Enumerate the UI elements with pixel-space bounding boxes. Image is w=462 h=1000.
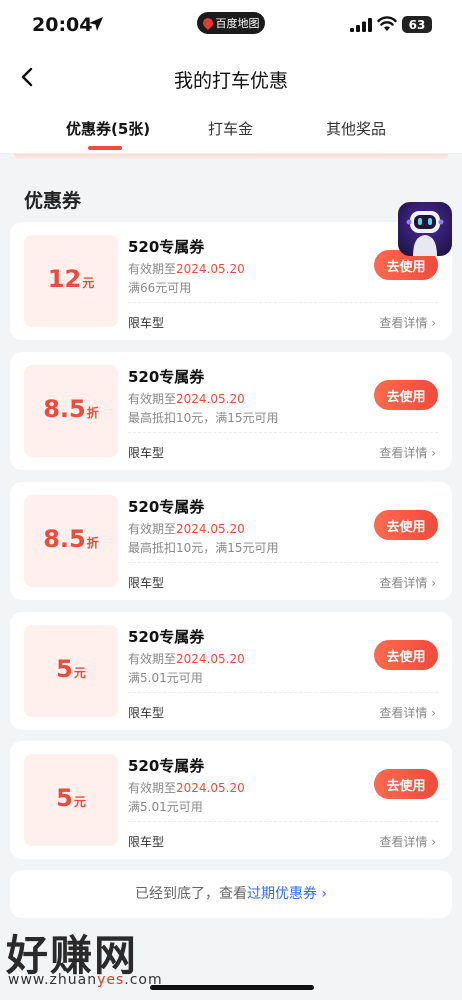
coupon-card: 5 元 520专属券 有效期至2024.05.20 满5.01元可用 限车型 查… bbox=[10, 741, 452, 859]
coupon-value-box: 5 元 bbox=[24, 754, 118, 846]
coupon-expiry: 有效期至2024.05.20 bbox=[128, 650, 245, 667]
battery-icon: 63 bbox=[402, 16, 432, 33]
expiry-prefix: 有效期至 bbox=[128, 781, 177, 795]
view-details-link[interactable]: 查看详情 › bbox=[379, 704, 436, 721]
coupon-divider bbox=[128, 302, 438, 303]
coupon-name: 520专属券 bbox=[128, 628, 205, 646]
coupon-unit: 折 bbox=[86, 536, 99, 550]
expired-coupons-link[interactable]: 过期优惠券 › bbox=[247, 886, 327, 902]
status-bar: 20:04 百度地图 63 bbox=[0, 0, 462, 52]
expiry-prefix: 有效期至 bbox=[128, 652, 177, 666]
tab-bar: 优惠券(5张) 打车金 其他奖品 bbox=[0, 104, 462, 154]
coupon-limit: 限车型 bbox=[128, 316, 165, 330]
back-arrow-icon[interactable] bbox=[16, 65, 40, 89]
coupon-unit: 元 bbox=[73, 666, 86, 680]
coupon-divider bbox=[128, 432, 438, 433]
expiry-prefix: 有效期至 bbox=[128, 262, 177, 276]
expiry-date: 2024.05.20 bbox=[176, 392, 245, 406]
coupon-name: 520专属券 bbox=[128, 498, 205, 516]
back-to-app-pill[interactable]: 百度地图 bbox=[197, 12, 265, 34]
coupon-card: 8.5 折 520专属券 有效期至2024.05.20 最高抵扣10元，满15元… bbox=[10, 482, 452, 600]
expiry-prefix: 有效期至 bbox=[128, 522, 177, 536]
app-pill-label: 百度地图 bbox=[215, 17, 260, 30]
coupon-amount: 12 bbox=[47, 265, 82, 293]
location-arrow-icon bbox=[89, 17, 103, 31]
coupon-limit: 限车型 bbox=[128, 835, 165, 849]
expiry-prefix: 有效期至 bbox=[128, 392, 177, 406]
use-coupon-button[interactable]: 去使用 bbox=[374, 510, 438, 540]
home-indicator[interactable] bbox=[150, 985, 314, 990]
end-of-list-text: 已经到底了，查看 bbox=[134, 886, 247, 902]
coupon-card: 12 元 520专属券 有效期至2024.05.20 满66元可用 限车型 查看… bbox=[10, 222, 452, 340]
coupon-divider bbox=[128, 821, 438, 822]
tab-shadow-decoration bbox=[14, 154, 448, 160]
coupon-expiry: 有效期至2024.05.20 bbox=[128, 779, 245, 796]
coupon-expiry: 有效期至2024.05.20 bbox=[128, 520, 245, 537]
view-details-link[interactable]: 查看详情 › bbox=[379, 314, 436, 331]
coupon-name: 520专属券 bbox=[128, 368, 205, 386]
coupon-amount: 8.5 bbox=[43, 395, 86, 423]
coupon-value-box: 8.5 折 bbox=[24, 495, 118, 587]
expiry-date: 2024.05.20 bbox=[176, 262, 245, 276]
active-tab-indicator bbox=[88, 146, 122, 150]
battery-level: 63 bbox=[408, 17, 426, 32]
use-coupon-button[interactable]: 去使用 bbox=[374, 640, 438, 670]
section-title: 优惠券 bbox=[24, 190, 82, 212]
coupon-value-box: 12 元 bbox=[24, 235, 118, 327]
map-pin-icon bbox=[200, 15, 215, 31]
expiry-date: 2024.05.20 bbox=[176, 652, 245, 666]
tab-other-prizes[interactable]: 其他奖品 bbox=[326, 118, 386, 139]
coupon-condition: 满5.01元可用 bbox=[128, 671, 203, 685]
coupon-unit: 元 bbox=[73, 795, 86, 809]
coupon-divider bbox=[128, 562, 438, 563]
cellular-signal-icon bbox=[350, 18, 372, 32]
coupon-divider bbox=[128, 692, 438, 693]
view-details-link[interactable]: 查看详情 › bbox=[379, 444, 436, 461]
coupon-condition: 满66元可用 bbox=[128, 281, 192, 295]
use-coupon-button[interactable]: 去使用 bbox=[374, 380, 438, 410]
coupon-value-box: 5 元 bbox=[24, 625, 118, 717]
status-time: 20:04 bbox=[32, 14, 93, 36]
coupon-unit: 元 bbox=[82, 276, 95, 290]
watermark: 好赚网 www.zhuanyes.com bbox=[6, 922, 226, 992]
coupon-condition: 最高抵扣10元，满15元可用 bbox=[128, 411, 279, 425]
watermark-url: www.zhuanyes.com bbox=[8, 972, 163, 988]
coupon-condition: 最高抵扣10元，满15元可用 bbox=[128, 541, 279, 555]
coupon-unit: 折 bbox=[86, 406, 99, 420]
coupon-limit: 限车型 bbox=[128, 706, 165, 720]
coupon-amount: 5 bbox=[56, 784, 73, 812]
robot-icon bbox=[406, 211, 444, 256]
coupon-card: 5 元 520专属券 有效期至2024.05.20 满5.01元可用 限车型 查… bbox=[10, 612, 452, 730]
coupon-value-box: 8.5 折 bbox=[24, 365, 118, 457]
coupon-expiry: 有效期至2024.05.20 bbox=[128, 260, 245, 277]
tab-coupons[interactable]: 优惠券(5张) bbox=[66, 118, 150, 139]
expiry-date: 2024.05.20 bbox=[176, 781, 245, 795]
wifi-icon bbox=[377, 16, 397, 31]
expiry-date: 2024.05.20 bbox=[176, 522, 245, 536]
coupon-amount: 8.5 bbox=[43, 525, 86, 553]
view-details-link[interactable]: 查看详情 › bbox=[379, 833, 436, 850]
coupon-name: 520专属券 bbox=[128, 757, 205, 775]
coupon-card: 8.5 折 520专属券 有效期至2024.05.20 最高抵扣10元，满15元… bbox=[10, 352, 452, 470]
coupon-expiry: 有效期至2024.05.20 bbox=[128, 390, 245, 407]
coupon-amount: 5 bbox=[56, 655, 73, 683]
page-title: 我的打车优惠 bbox=[173, 70, 288, 92]
nav-bar: 我的打车优惠 bbox=[0, 52, 462, 104]
use-coupon-button[interactable]: 去使用 bbox=[374, 769, 438, 799]
coupon-condition: 满5.01元可用 bbox=[128, 800, 203, 814]
coupon-limit: 限车型 bbox=[128, 446, 165, 460]
assistant-robot-button[interactable] bbox=[398, 202, 452, 256]
coupon-limit: 限车型 bbox=[128, 576, 165, 590]
end-of-list-note: 已经到底了，查看过期优惠券 › bbox=[10, 870, 452, 918]
tab-ride-credit[interactable]: 打车金 bbox=[208, 118, 253, 139]
view-details-link[interactable]: 查看详情 › bbox=[379, 574, 436, 591]
coupon-name: 520专属券 bbox=[128, 238, 205, 256]
